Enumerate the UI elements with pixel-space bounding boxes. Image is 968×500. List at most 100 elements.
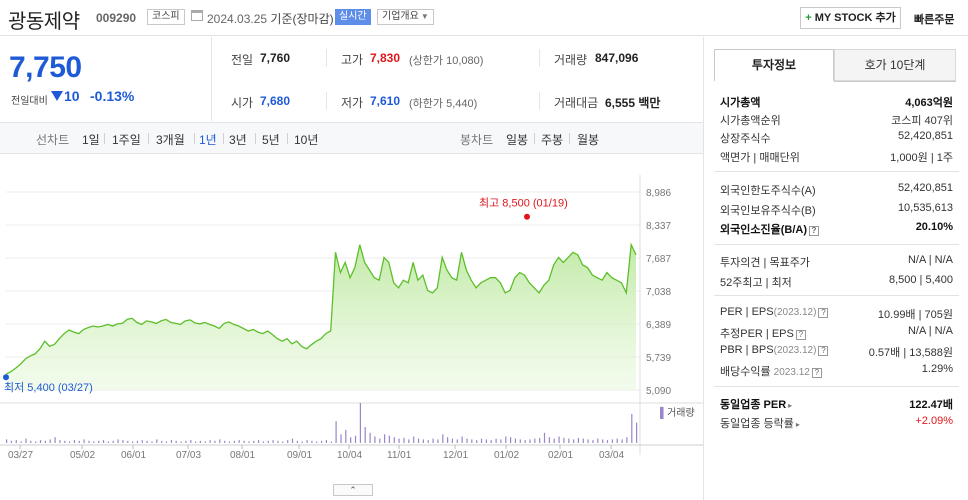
volume-bar: [107, 441, 109, 443]
x-tick-label: 06/01: [121, 450, 146, 461]
volume-legend: ▌거래량: [660, 406, 695, 420]
volume-bar: [78, 440, 80, 443]
divider: [326, 49, 327, 67]
amount-value: 6,555 백만: [605, 94, 660, 111]
realtime-button[interactable]: 실시간: [335, 9, 371, 25]
date-text: 2024.03.25: [207, 12, 268, 26]
high-marker: [524, 213, 530, 220]
stock-name: 광동제약: [8, 11, 80, 33]
period-tab[interactable]: 3년: [229, 131, 247, 148]
dividend-label: 배당수익률 2023.12?: [720, 363, 822, 379]
volume-bar: [127, 440, 129, 443]
volume-bar: [606, 440, 609, 443]
volume-bar: [471, 439, 473, 443]
add-my-stock-button[interactable]: + MY STOCK 추가: [800, 7, 901, 29]
upper-limit: (상한가 10,080): [409, 55, 484, 67]
chart-area: 선차트 1일 1주일 3개월 1년 3년 5년 10년 봉차트 일봉 주봉 월봉 8,986 8,…: [0, 122, 703, 500]
basis-text: 기준(장마감): [270, 12, 334, 26]
market-cap-rank-label: 시가총액순위: [720, 115, 781, 127]
volume-bar: [233, 440, 235, 443]
mystock-label: MY STOCK 추가: [814, 12, 896, 24]
par-value: 1,000원 | 1주: [890, 152, 953, 164]
volume-bar: [170, 440, 172, 443]
volume-bar: [272, 440, 274, 443]
volume-bar: [248, 441, 250, 443]
week52-value: 8,500 | 5,400: [888, 274, 953, 286]
per-row: PER | EPS(2023.12)? 10.99배 | 705원: [720, 304, 953, 322]
volume-bar: [519, 439, 521, 443]
divider: [539, 92, 540, 110]
volume-bar: [587, 439, 589, 443]
x-tick-label: 03/27: [8, 450, 33, 461]
volume-bar: [132, 441, 134, 443]
industry-rate-row[interactable]: 동일업종 등락률 ▸ +2.09%: [720, 413, 953, 431]
volume-bar: [577, 437, 579, 443]
volume-bar: [548, 437, 550, 443]
volume-bar: [325, 440, 327, 443]
volume-bar: [374, 436, 376, 443]
period-tab[interactable]: 1주일: [112, 131, 141, 148]
volume-bar: [524, 440, 526, 443]
divider: [148, 133, 149, 144]
volume-bar: [369, 432, 371, 443]
volume-bar: [563, 437, 565, 443]
collapse-chart-button[interactable]: ⌃: [333, 484, 373, 496]
help-icon[interactable]: ?: [809, 226, 819, 236]
price-chart[interactable]: 8,986 8,337 7,687 7,038 6,389 5,739 5,090 최고 8…: [0, 155, 703, 500]
period-bar: 선차트 1일 1주일 3개월 1년 3년 5년 10년 봉차트 일봉 주봉 월봉: [0, 123, 703, 154]
candle-tab[interactable]: 월봉: [577, 131, 599, 148]
y-tick-label: 7,687: [646, 254, 671, 265]
help-icon[interactable]: ?: [818, 308, 829, 318]
volume-bar: [190, 440, 192, 443]
industry-rate-value: +2.09%: [915, 415, 953, 427]
market-cap-label: 시가총액: [720, 97, 761, 109]
high-value: 7,830: [370, 51, 401, 65]
period-tab[interactable]: 3개월: [156, 131, 185, 148]
volume-bar: [228, 441, 231, 443]
help-icon[interactable]: ?: [795, 330, 806, 340]
divider: [326, 92, 327, 110]
period-tab[interactable]: 1년: [199, 131, 217, 148]
volume-bar: [451, 438, 453, 443]
divider: [287, 133, 288, 144]
period-tab[interactable]: 1일: [82, 131, 100, 148]
quick-order-button[interactable]: 빠른주문: [914, 11, 954, 27]
candle-tab[interactable]: 일봉: [506, 131, 528, 148]
tab-invest-info[interactable]: 투자정보: [714, 49, 834, 81]
company-overview-dropdown[interactable]: 기업개요 ▼: [377, 9, 434, 25]
volume-bar: [185, 440, 187, 443]
line-chart-label: 선차트: [36, 133, 70, 147]
tab-underline: [834, 81, 956, 82]
market-badge: 코스피: [147, 9, 185, 25]
foreign-rate-row: 외국인소진율(B/A)? 20.10%: [720, 219, 953, 237]
period-tab[interactable]: 5년: [262, 131, 280, 148]
shares-value: 52,420,851: [897, 130, 953, 142]
foreign-hold-label: 외국인보유주식수(B): [720, 205, 816, 217]
industry-per-row[interactable]: 동일업종 PER ▸ 122.47배: [720, 394, 953, 412]
tab-hoga-10[interactable]: 호가 10단계: [834, 49, 956, 81]
shares-label: 상장주식수: [720, 133, 771, 145]
help-icon[interactable]: ?: [818, 346, 829, 356]
divider: [194, 133, 195, 144]
price-date: 2024.03.25 기준(장마감): [207, 10, 334, 27]
volume-bar: [490, 440, 492, 443]
industry-per-value: 122.47배: [909, 399, 953, 411]
stock-code: 009290: [96, 11, 137, 25]
per-label: PER | EPS(2023.12)?: [720, 306, 829, 318]
volume-bar: [44, 440, 46, 443]
help-icon[interactable]: ?: [811, 368, 822, 378]
volume-bar: [553, 438, 555, 443]
open-label: 시가: [231, 96, 254, 110]
volume-bar: [136, 440, 138, 443]
volume-bar: [432, 438, 434, 443]
volume-bar: [151, 441, 153, 443]
candle-tab[interactable]: 주봉: [541, 131, 563, 148]
foreign-rate-text: 외국인소진율(B/A): [720, 224, 807, 236]
volume-label: 거래량: [554, 53, 588, 67]
foreign-rate-label: 외국인소진율(B/A)?: [720, 221, 819, 237]
volume-bar: [64, 440, 66, 443]
volume-bar: [69, 441, 71, 443]
volume-bar: [417, 438, 420, 443]
period-tab[interactable]: 10년: [294, 131, 318, 148]
volume-bar: [510, 437, 512, 443]
